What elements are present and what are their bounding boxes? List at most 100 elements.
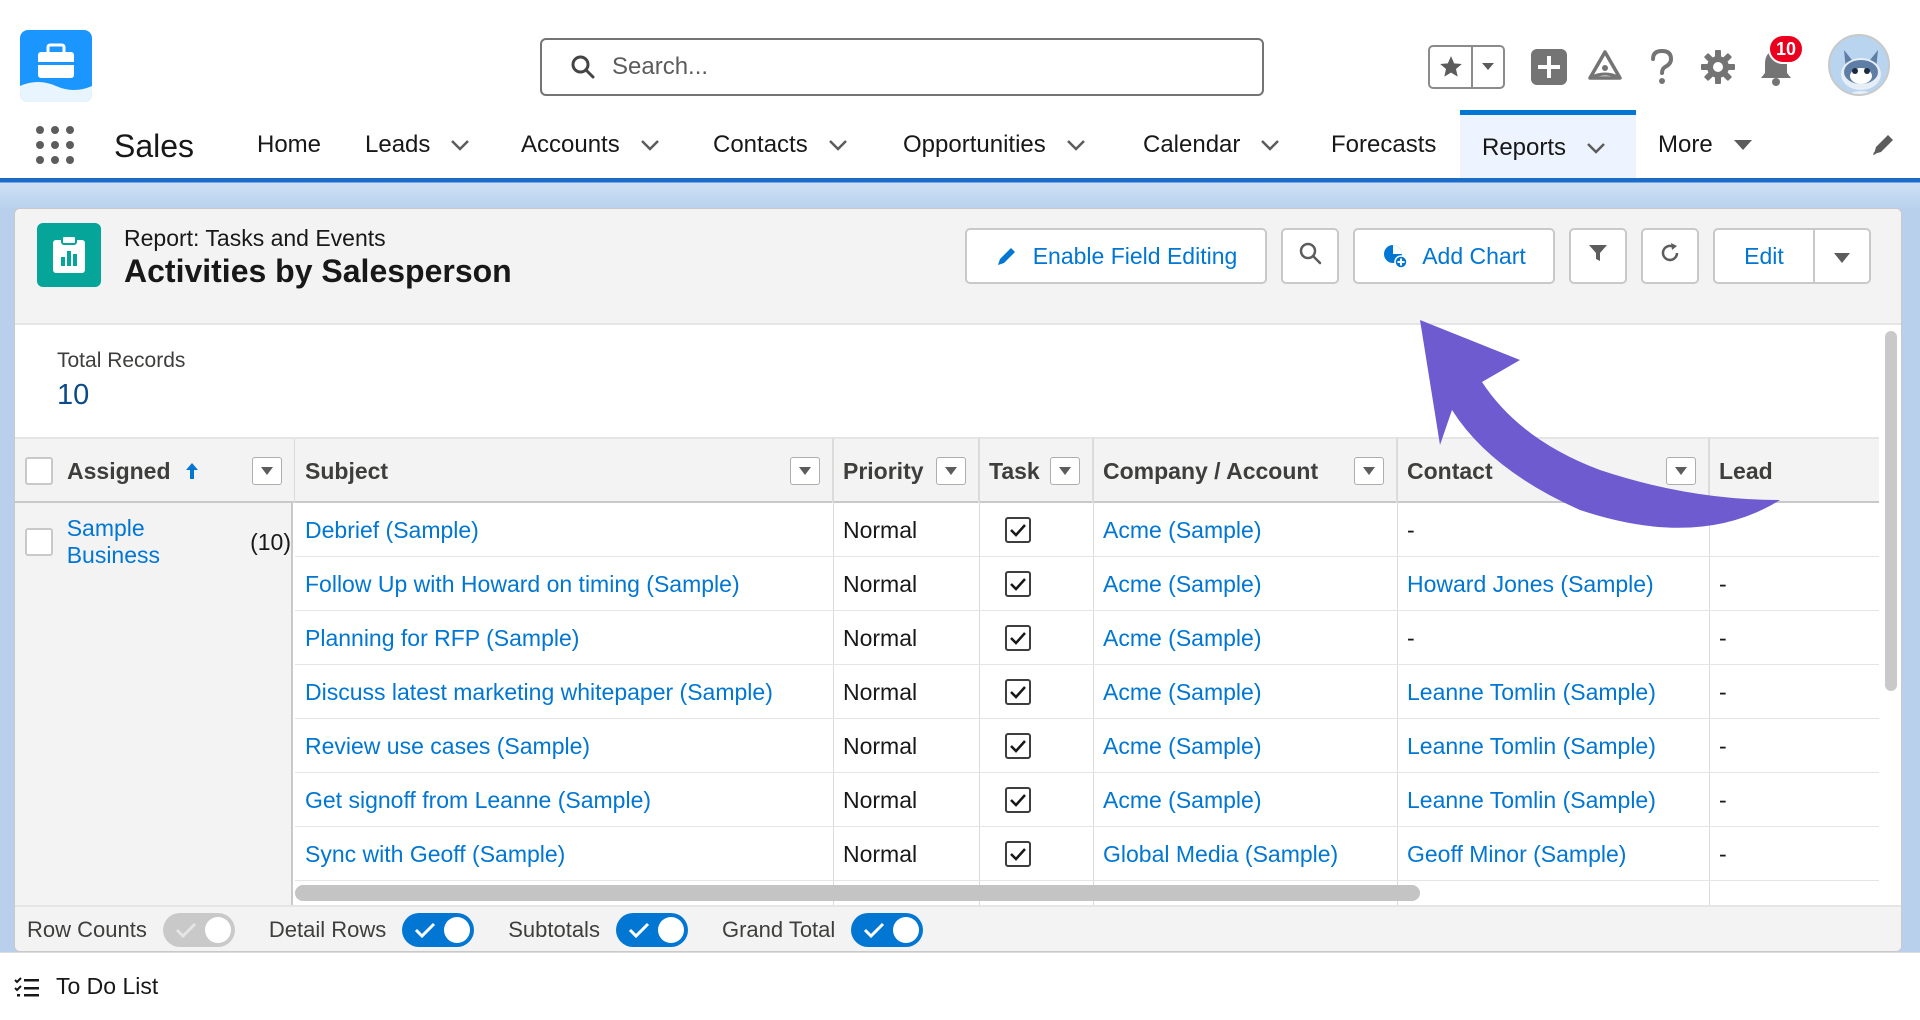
column-header-subject[interactable]: Subject [295,439,833,503]
checkmark-icon [1005,517,1031,543]
chevron-down-icon[interactable] [1260,139,1280,151]
account-link[interactable]: Acme (Sample) [1093,665,1261,719]
column-header-priority[interactable]: Priority [833,439,979,503]
salesforce-logo[interactable] [20,30,92,102]
favorites-list-chevron-down-icon[interactable] [1473,47,1503,87]
checkmark-icon [1005,733,1031,759]
nav-item-home[interactable]: Home [257,110,321,180]
chevron-down-icon[interactable] [450,139,470,151]
chevron-down-icon[interactable] [828,139,848,151]
nav-item-calendar[interactable]: Calendar [1143,110,1280,180]
scrollbar-thumb[interactable] [1885,331,1897,691]
account-link[interactable]: Acme (Sample) [1093,503,1261,557]
table-row: Follow Up with Howard on timing (Sample)… [295,557,1879,611]
subject-link[interactable]: Planning for RFP (Sample) [295,611,579,665]
global-actions-add-icon[interactable] [1530,44,1568,90]
column-menu-chevron-down-icon[interactable] [1050,457,1080,485]
horizontal-scrollbar[interactable] [295,885,1420,901]
subject-link[interactable]: Debrief (Sample) [295,503,479,557]
total-records-label: Total Records [57,349,186,372]
add-chart-button[interactable]: Add Chart [1353,228,1555,284]
search-report-button[interactable] [1281,228,1339,284]
priority-cell: Normal [843,732,918,759]
nav-item-accounts[interactable]: Accounts [521,110,660,180]
nav-item-label: Calendar [1143,131,1241,158]
todo-list-icon[interactable] [14,976,40,998]
subject-link[interactable]: Sync with Geoff (Sample) [295,827,565,881]
enable-field-editing-button[interactable]: Enable Field Editing [965,228,1267,284]
triangle-down-icon [1833,243,1851,270]
nav-item-more[interactable]: More [1658,110,1753,180]
more-actions-button[interactable] [1813,228,1871,284]
nav-item-opportunities[interactable]: Opportunities [903,110,1086,180]
todo-list-label[interactable]: To Do List [56,973,158,1000]
column-menu-chevron-down-icon[interactable] [790,457,820,485]
nav-item-reports[interactable]: Reports [1460,110,1636,180]
account-link[interactable]: Acme (Sample) [1093,557,1261,611]
edit-button[interactable]: Edit [1713,228,1815,284]
checkmark-icon [1005,679,1031,705]
contact-link[interactable]: Geoff Minor (Sample) [1397,827,1626,881]
user-avatar[interactable] [1828,34,1890,96]
priority-cell: Normal [843,570,918,597]
search-input[interactable] [612,53,1212,81]
account-link[interactable]: Acme (Sample) [1093,773,1261,827]
grand-total-toggle[interactable] [851,913,924,947]
chevron-down-icon[interactable] [1586,142,1606,154]
nav-item-contacts[interactable]: Contacts [713,110,848,180]
account-link[interactable]: Global Media (Sample) [1093,827,1338,881]
contact-link[interactable]: Leanne Tomlin (Sample) [1397,665,1656,719]
subject-link[interactable]: Get signoff from Leanne (Sample) [295,773,651,827]
chevron-down-icon[interactable] [1066,139,1086,151]
column-menu-chevron-down-icon[interactable] [1354,457,1384,485]
column-header-task[interactable]: Task [979,439,1093,503]
select-all-checkbox[interactable] [25,457,53,485]
subject-link[interactable]: Review use cases (Sample) [295,719,590,773]
subject-link[interactable]: Discuss latest marketing whitepaper (Sam… [295,665,773,719]
vertical-scrollbar[interactable] [1885,331,1899,691]
priority-cell: Normal [843,516,918,543]
column-header-company-account[interactable]: Company / Account [1093,439,1397,503]
global-header: 10 [0,0,1920,110]
contact-link[interactable]: Leanne Tomlin (Sample) [1397,773,1656,827]
global-search[interactable] [540,38,1264,96]
lead-cell: - [1719,732,1727,759]
group-link[interactable]: Sample Business [67,515,242,569]
app-launcher-waffle-icon[interactable] [36,126,74,164]
column-header-assigned[interactable]: Assigned [15,439,295,503]
row-counts-toggle[interactable] [162,913,235,947]
group-checkbox[interactable] [25,528,53,556]
setup-gear-icon[interactable] [1700,44,1736,90]
filter-button[interactable] [1569,228,1627,284]
subject-link[interactable]: Follow Up with Howard on timing (Sample) [295,557,740,611]
account-link[interactable]: Acme (Sample) [1093,719,1261,773]
triangle-down-icon[interactable] [1733,139,1753,151]
lead-cell: - [1719,678,1727,705]
trailhead-guidance-icon[interactable] [1586,44,1624,90]
column-menu-chevron-down-icon[interactable] [936,457,966,485]
chevron-down-icon[interactable] [640,139,660,151]
nav-item-leads[interactable]: Leads [365,110,470,180]
subtotals-toggle[interactable] [615,913,688,947]
detail-rows-toggle[interactable] [402,913,475,947]
favorites-star-icon[interactable] [1430,47,1473,87]
lead-cell: - [1719,786,1727,813]
task-checkbox [995,773,1031,827]
table-row: Get signoff from Leanne (Sample) Normal … [295,773,1879,827]
chart-add-icon [1382,243,1408,269]
contact-link[interactable]: Leanne Tomlin (Sample) [1397,719,1656,773]
nav-item-forecasts[interactable]: Forecasts [1331,110,1436,180]
report-clipboard-icon [37,223,101,287]
nav-item-label: Contacts [713,131,808,158]
sort-ascending-arrow-icon[interactable] [185,462,199,480]
edit-nav-pencil-icon[interactable] [1870,132,1896,163]
grouping-column: Sample Business (10) [15,503,293,905]
report-title: Activities by Salesperson [124,253,512,289]
lead-cell: - [1719,570,1727,597]
help-icon[interactable] [1648,44,1676,90]
account-link[interactable]: Acme (Sample) [1093,611,1261,665]
contact-link[interactable]: Howard Jones (Sample) [1397,557,1654,611]
button-label: Enable Field Editing [1032,242,1238,269]
refresh-button[interactable] [1641,228,1699,284]
column-menu-chevron-down-icon[interactable] [252,457,282,485]
